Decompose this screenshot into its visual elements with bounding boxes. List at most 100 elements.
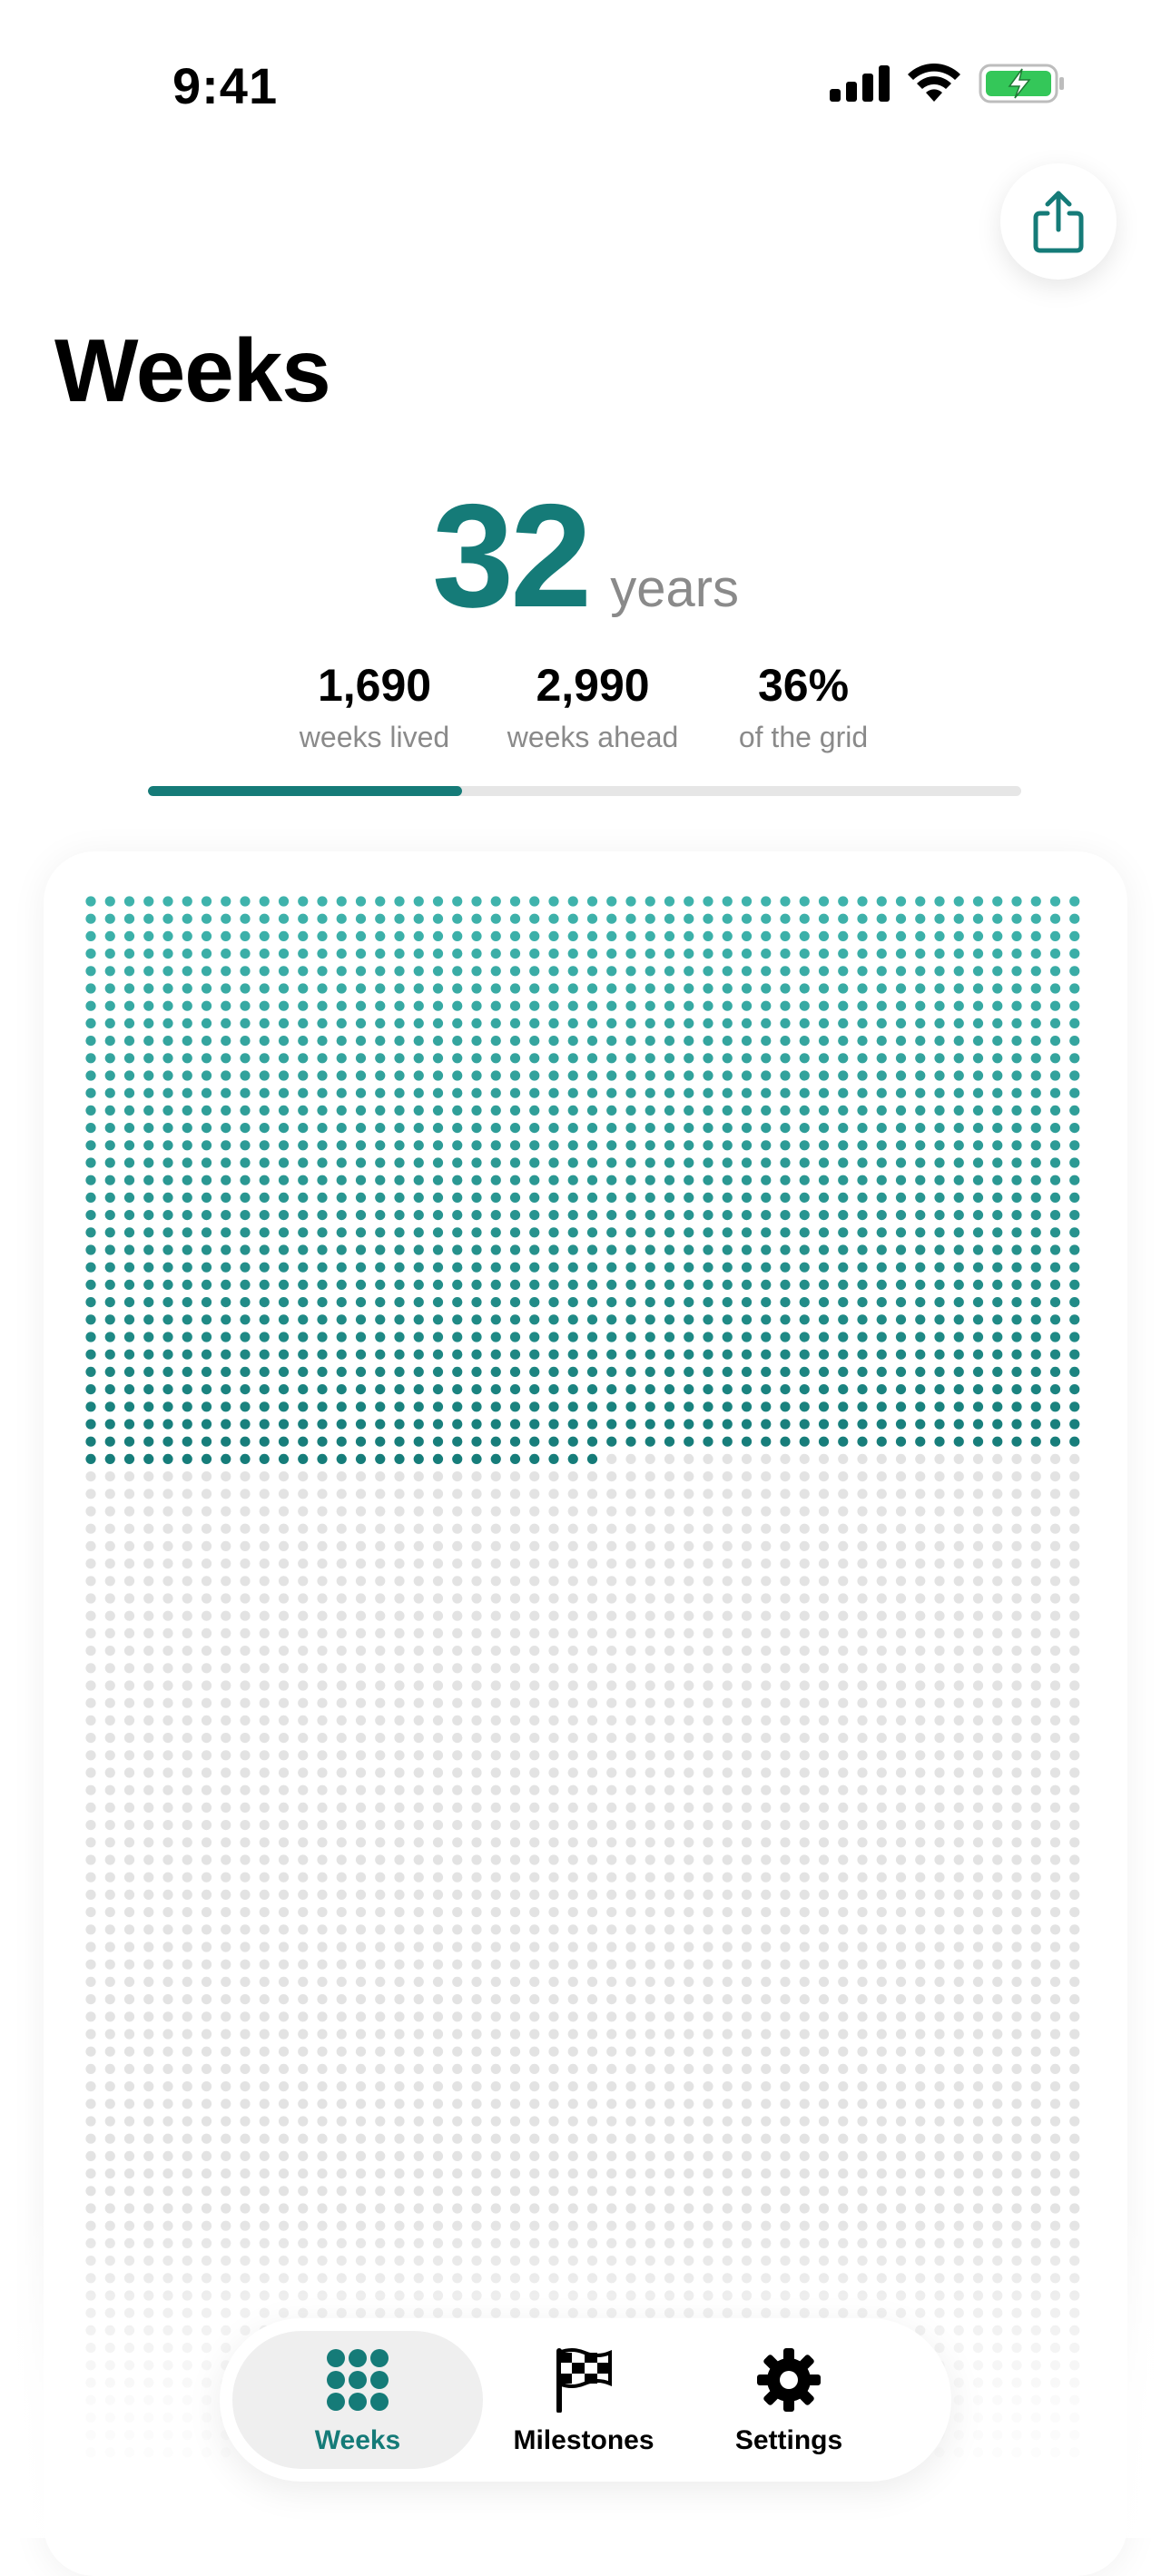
week-dot-lived [818,983,830,994]
week-dot-remaining [432,1593,444,1604]
week-dot-lived [838,1419,849,1430]
week-dot-remaining [586,1697,598,1708]
week-dot-remaining [838,1453,849,1464]
week-dot-remaining [240,2133,251,2144]
week-dot-remaining [953,1889,964,1900]
week-dot-remaining [818,1907,830,1918]
week-dot-lived [240,1018,251,1028]
week-dot-lived [992,1070,1003,1081]
week-dot-remaining [509,1523,521,1534]
week-dot-remaining [182,1646,192,1657]
week-dot-lived [703,1227,713,1238]
tab-settings[interactable]: Settings [684,2331,893,2469]
week-dot-lived [143,1401,154,1412]
week-dot-remaining [895,1646,907,1657]
week-dot-remaining [432,1854,444,1865]
week-dot-remaining [490,1558,501,1569]
week-dot-lived [278,1053,290,1064]
week-dot-lived [85,1210,96,1221]
week-dot-remaining [838,2099,849,2109]
week-dot-lived [1049,1157,1061,1168]
week-dot-lived [317,1453,328,1464]
week-dot-lived [1011,966,1022,977]
week-dot-lived [529,1070,540,1081]
week-dot-remaining [336,1558,347,1569]
week-dot-remaining [895,1976,907,1987]
week-dot-remaining [876,1994,887,2005]
week-dot-remaining [780,1837,791,1848]
week-dot-lived [645,949,655,959]
week-dot-remaining [972,2150,984,2161]
week-dot-remaining [761,1907,772,1918]
week-dot-lived [529,1419,540,1430]
week-dot-remaining [857,1837,868,1848]
week-dot-remaining [722,1820,733,1831]
week-dot-remaining [1069,1924,1080,1935]
week-dot-lived [722,1419,733,1430]
tab-weeks[interactable]: Weeks [232,2331,483,2469]
week-dot-remaining [85,1889,96,1900]
week-dot-remaining [278,1767,290,1778]
week-dot-remaining [799,2046,810,2057]
week-dot-lived [317,930,328,941]
week-dot-remaining [413,1523,424,1534]
week-dot-remaining [413,2150,424,2161]
week-dot-lived [394,983,405,994]
week-dot-lived [761,1053,772,1064]
week-dot-lived [355,1453,367,1464]
week-dot-lived [221,1366,231,1377]
week-dot-remaining [104,1697,115,1708]
week-dot-remaining [452,1907,463,1918]
week-dot-remaining [432,2063,444,2074]
week-dot-remaining [934,1558,945,1569]
week-dot-lived [895,983,907,994]
week-dot-remaining [780,1576,791,1587]
week-dot-lived [857,1036,868,1047]
week-dot-lived [452,1419,463,1430]
week-dot-lived [240,1453,251,1464]
week-dot-remaining [201,1785,212,1795]
week-dot-remaining [606,2168,617,2179]
week-dot-remaining [1049,2116,1061,2127]
week-dot-lived [684,1105,694,1116]
week-dot-lived [529,1210,540,1221]
tab-milestones[interactable]: Milestones [483,2331,684,2469]
week-dot-remaining [799,1489,810,1499]
week-dot-remaining [201,1593,212,1604]
week-dot-remaining [355,1837,367,1848]
share-button[interactable] [1000,163,1117,280]
week-dot-remaining [586,2011,598,2022]
week-dot-lived [336,1000,347,1011]
week-dot-lived [895,1384,907,1395]
week-dot-lived [123,1384,135,1395]
week-dot-lived [143,913,154,924]
week-dot-remaining [85,1785,96,1795]
week-dot-lived [915,930,926,941]
week-dot-lived [780,1210,791,1221]
week-dot-lived [915,1279,926,1290]
week-dot-remaining [818,1540,830,1551]
week-dot-remaining [182,1785,192,1795]
week-dot-lived [586,1419,598,1430]
week-dot-lived [799,1262,810,1273]
week-dot-remaining [625,2150,636,2161]
week-dot-remaining [625,1715,636,1726]
week-dot-lived [143,966,154,977]
week-dot-remaining [780,1697,791,1708]
week-dot-remaining [471,2081,482,2092]
week-dot-remaining [529,1610,540,1621]
week-dot-lived [298,1262,309,1273]
week-dot-remaining [1069,1889,1080,1900]
week-dot-lived [1049,1070,1061,1081]
week-dot-lived [857,1314,868,1325]
week-dot-remaining [780,1646,791,1657]
week-dot-lived [201,966,212,977]
week-dot-lived [162,1000,173,1011]
week-dot-lived [259,966,270,977]
week-dot-remaining [162,1610,173,1621]
week-dot-remaining [1069,1576,1080,1587]
week-dot-lived [123,1436,135,1447]
week-dot-remaining [240,1889,251,1900]
week-dot-lived [375,949,386,959]
week-dot-lived [761,1366,772,1377]
